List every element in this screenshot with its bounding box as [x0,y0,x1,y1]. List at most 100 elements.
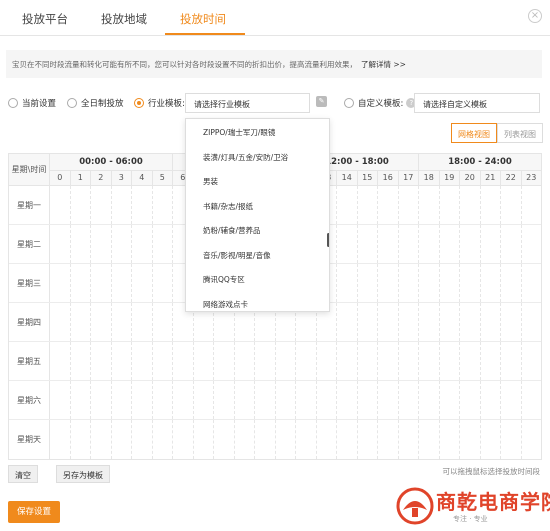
time-slot-cell[interactable] [71,303,91,341]
time-slot-cell[interactable] [419,342,440,380]
time-slot-cell[interactable] [50,186,71,224]
time-slot-cell[interactable] [440,264,460,302]
time-slot-cell[interactable] [419,420,440,459]
time-slot-cell[interactable] [460,420,481,459]
time-slot-cell[interactable] [501,342,522,380]
time-slot-cell[interactable] [132,381,153,419]
time-slot-cell[interactable] [276,342,296,380]
time-slot-cell[interactable] [440,303,460,341]
time-slot-cell[interactable] [399,225,419,263]
dropdown-option[interactable]: 网络游戏点卡 [203,299,248,310]
time-slot-cell[interactable] [419,225,440,263]
time-slot-cell[interactable] [132,225,153,263]
time-slot-cell[interactable] [276,381,296,419]
time-slot-cell[interactable] [358,264,378,302]
time-slot-cell[interactable] [194,420,214,459]
time-slot-cell[interactable] [194,381,214,419]
time-slot-cell[interactable] [501,303,522,341]
time-slot-cell[interactable] [440,225,460,263]
time-slot-cell[interactable] [460,264,481,302]
time-slot-cell[interactable] [440,342,460,380]
radio-industry-template[interactable]: 行业模板: [134,97,185,109]
time-slot-cell[interactable] [235,342,255,380]
dropdown-option[interactable]: 奶粉/辅食/营养品 [203,225,261,236]
time-slot-cell[interactable] [337,381,358,419]
time-slot-cell[interactable] [440,186,460,224]
time-slot-cell[interactable] [173,342,194,380]
time-slot-cell[interactable] [255,420,276,459]
grid-view-button[interactable]: 网格视图 [451,123,497,143]
time-slot-cell[interactable] [112,225,132,263]
time-slot-cell[interactable] [214,420,235,459]
time-slot-cell[interactable] [235,381,255,419]
dropdown-option[interactable]: 男装 [203,176,218,187]
time-slot-cell[interactable] [399,264,419,302]
time-slot-cell[interactable] [153,225,173,263]
time-slot-cell[interactable] [50,225,71,263]
time-slot-cell[interactable] [112,303,132,341]
time-slot-cell[interactable] [132,342,153,380]
time-slot-cell[interactable] [50,303,71,341]
time-slot-cell[interactable] [481,186,501,224]
radio-current-settings[interactable]: 当前设置 [8,97,56,109]
time-slot-cell[interactable] [378,225,399,263]
clear-button[interactable]: 清空 [8,465,38,483]
industry-template-dropdown[interactable]: ZIPPO/瑞士军刀/眼镜 装潢/灯具/五金/安防/卫浴 男装 书籍/杂志/报纸 奶粉/… [185,118,330,312]
time-slot-cell[interactable] [358,420,378,459]
time-slot-cell[interactable] [337,186,358,224]
time-slot-cell[interactable] [132,303,153,341]
time-slot-cell[interactable] [112,186,132,224]
time-slot-cell[interactable] [481,420,501,459]
time-slot-cell[interactable] [522,381,542,419]
time-slot-cell[interactable] [153,264,173,302]
time-slot-cell[interactable] [399,303,419,341]
time-slot-cell[interactable] [296,381,317,419]
tab-time[interactable]: 投放时间 [180,11,226,27]
time-slot-cell[interactable] [358,342,378,380]
radio-custom-template[interactable]: 自定义模板: ? [344,97,417,109]
time-slot-cell[interactable] [112,342,132,380]
list-view-button[interactable]: 列表视图 [497,123,543,143]
time-slot-cell[interactable] [153,420,173,459]
time-slot-cell[interactable] [378,186,399,224]
time-slot-cell[interactable] [71,342,91,380]
time-slot-cell[interactable] [71,264,91,302]
time-slot-cell[interactable] [501,264,522,302]
time-slot-cell[interactable] [71,420,91,459]
time-slot-cell[interactable] [50,264,71,302]
time-slot-cell[interactable] [378,264,399,302]
dropdown-scrollbar[interactable] [327,233,329,247]
dropdown-option[interactable]: 腾讯QQ专区 [203,274,245,285]
time-slot-cell[interactable] [440,381,460,419]
time-slot-cell[interactable] [50,342,71,380]
time-slot-cell[interactable] [419,264,440,302]
time-slot-cell[interactable] [522,420,542,459]
time-slot-cell[interactable] [296,420,317,459]
time-slot-cell[interactable] [337,225,358,263]
time-slot-cell[interactable] [50,381,71,419]
time-slot-cell[interactable] [522,264,542,302]
time-slot-cell[interactable] [399,381,419,419]
dropdown-option[interactable]: 音乐/影视/明星/音像 [203,250,271,261]
time-slot-cell[interactable] [481,264,501,302]
time-slot-cell[interactable] [460,225,481,263]
time-slot-cell[interactable] [522,225,542,263]
time-slot-cell[interactable] [153,186,173,224]
time-slot-cell[interactable] [337,342,358,380]
radio-full-day[interactable]: 全日制投放 [67,97,124,109]
time-slot-cell[interactable] [235,420,255,459]
time-slot-cell[interactable] [71,225,91,263]
time-slot-cell[interactable] [337,420,358,459]
time-slot-cell[interactable] [112,264,132,302]
time-slot-cell[interactable] [71,186,91,224]
time-slot-cell[interactable] [91,264,112,302]
close-icon[interactable]: × [528,9,542,23]
time-slot-cell[interactable] [255,342,276,380]
time-slot-cell[interactable] [91,303,112,341]
time-slot-cell[interactable] [358,225,378,263]
time-slot-cell[interactable] [481,381,501,419]
time-slot-cell[interactable] [501,186,522,224]
time-slot-cell[interactable] [481,342,501,380]
time-slot-cell[interactable] [419,303,440,341]
time-slot-cell[interactable] [358,303,378,341]
